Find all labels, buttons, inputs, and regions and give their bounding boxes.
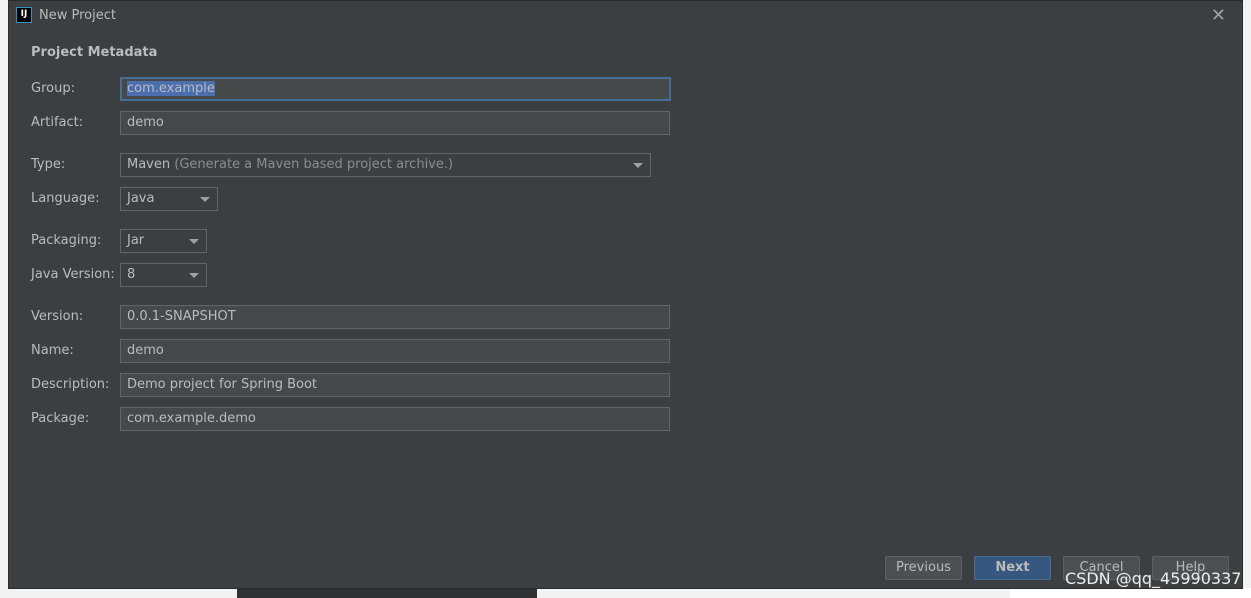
group-label: Group:	[31, 81, 75, 96]
description-label: Description:	[31, 377, 110, 392]
type-value: Maven	[127, 157, 171, 172]
background-window	[237, 588, 537, 598]
new-project-dialog: IJ New Project ✕ Project Metadata Group:…	[8, 0, 1243, 589]
group-value: com.example	[127, 81, 215, 96]
artifact-input[interactable]: demo	[120, 111, 670, 135]
close-icon[interactable]: ✕	[1211, 5, 1226, 26]
type-hint: (Generate a Maven based project archive.…	[174, 157, 454, 172]
type-dropdown[interactable]: Maven (Generate a Maven based project ar…	[120, 153, 651, 177]
group-input[interactable]: com.example	[120, 77, 671, 101]
type-label: Type:	[31, 157, 66, 172]
language-dropdown[interactable]: Java	[120, 187, 218, 211]
background-window	[1010, 588, 1251, 598]
intellij-idea-icon: IJ	[16, 7, 32, 23]
packaging-value: Jar	[127, 233, 145, 248]
packaging-dropdown[interactable]: Jar	[120, 229, 207, 253]
title-bar: IJ New Project ✕	[9, 1, 1242, 31]
next-button[interactable]: Next	[974, 556, 1051, 580]
package-input[interactable]: com.example.demo	[120, 407, 670, 431]
chevron-down-icon	[189, 273, 199, 278]
chevron-down-icon	[189, 239, 199, 244]
language-value: Java	[127, 191, 155, 206]
dialog-title: New Project	[39, 8, 116, 23]
language-label: Language:	[31, 191, 100, 206]
version-label: Version:	[31, 309, 84, 324]
chevron-down-icon	[633, 163, 643, 168]
watermark: CSDN @qq_45990337	[1065, 569, 1242, 588]
java-version-dropdown[interactable]: 8	[120, 263, 207, 287]
java-version-label: Java Version:	[31, 267, 115, 282]
name-label: Name:	[31, 343, 74, 358]
packaging-label: Packaging:	[31, 233, 102, 248]
name-input[interactable]: demo	[120, 339, 670, 363]
package-label: Package:	[31, 411, 90, 426]
section-title: Project Metadata	[31, 45, 158, 60]
chevron-down-icon	[200, 197, 210, 202]
java-version-value: 8	[127, 267, 136, 282]
version-input[interactable]: 0.0.1-SNAPSHOT	[120, 305, 670, 329]
description-input[interactable]: Demo project for Spring Boot	[120, 373, 670, 397]
artifact-label: Artifact:	[31, 115, 84, 130]
previous-button[interactable]: Previous	[885, 556, 962, 580]
